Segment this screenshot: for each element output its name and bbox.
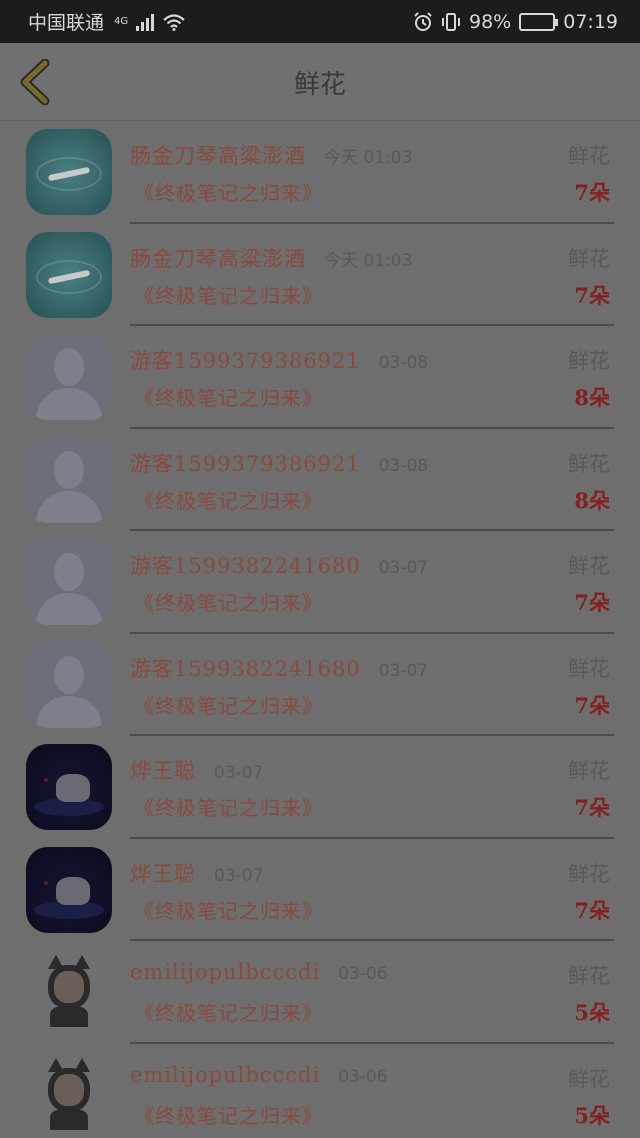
list-item[interactable]: 游客15993793869​21 03-08 鲜花 《终极笔记之归来》 8朵 — [0, 326, 640, 429]
gift-label: 鲜花 — [568, 964, 610, 988]
book-title: 《终极笔记之归来》 — [134, 693, 323, 718]
user-name: 游客1599382241680 03-07 — [130, 554, 429, 578]
gift-label: 鲜花 — [568, 656, 610, 681]
avatar — [26, 436, 112, 523]
book-title: 《终极笔记之归来》 — [134, 591, 323, 615]
flower-count: 7朵 — [574, 692, 610, 718]
clock-time: 07:19 — [563, 10, 618, 33]
gift-label: 鲜花 — [568, 349, 610, 373]
user-name: 肠金刀琴高粱澎酒 今天 01:03 — [130, 246, 413, 271]
flower-count: 8朵 — [574, 385, 610, 410]
gift-label: 鲜花 — [568, 554, 610, 578]
time-stamp: 03-07 — [214, 865, 264, 886]
time-stamp: 03-06 — [338, 964, 388, 984]
avatar — [26, 744, 112, 830]
gift-label: 鲜花 — [568, 1066, 610, 1091]
signal-icon — [136, 13, 155, 31]
flower-list: 肠金刀琴高粱澎酒 今天 01:03 鲜花 《终极笔记之归来》 7朵 肠金刀琴高粱澎… — [0, 121, 640, 1138]
user-name: 游客15993793869​21 03-08 — [130, 349, 429, 373]
book-title: 《终极笔记之归来》 — [134, 796, 323, 820]
book-title: 《终极笔记之归来》 — [134, 386, 323, 410]
flower-count: 7朵 — [574, 897, 610, 923]
avatar — [26, 641, 112, 728]
carrier-label: 中国联通 — [28, 12, 105, 34]
wifi-icon — [163, 13, 185, 31]
chevron-left-icon — [20, 59, 50, 105]
user-name: 游客1599382241680 03-07 — [130, 656, 429, 681]
list-item[interactable]: 游客1599382241680 03-07 鲜花 《终极笔记之归来》 7朵 — [0, 531, 640, 634]
battery-icon — [519, 12, 559, 31]
user-name: 游客15993793869​21 03-08 — [130, 451, 429, 476]
list-item[interactable]: 游客1599382241680 03-07 鲜花 《终极笔记之归来》 7朵 — [0, 634, 640, 736]
flower-count: 7朵 — [574, 590, 610, 615]
gift-label: 鲜花 — [568, 861, 610, 886]
battery-percent: 98% — [469, 10, 512, 33]
book-title: 《终极笔记之归来》 — [134, 898, 323, 923]
page-title: 鲜花 — [293, 69, 346, 100]
list-item[interactable]: 游客15993793869​21 03-08 鲜花 《终极笔记之归来》 8朵 — [0, 429, 640, 531]
time-stamp: 03-08 — [378, 455, 429, 476]
network-type: 4G — [114, 16, 129, 27]
list-item[interactable]: 肠金刀琴高粱澎酒 今天 01:03 鲜花 《终极笔记之归来》 7朵 — [0, 224, 640, 326]
flower-count: 5朵 — [574, 1000, 610, 1025]
list-item[interactable]: 烨王聪 03-07 鲜花 《终极笔记之归来》 7朵 — [0, 839, 640, 941]
user-name: 烨王聪 03-07 — [130, 759, 264, 783]
gift-label: 鲜花 — [568, 759, 610, 783]
list-item[interactable]: emilijopulbcccdi 03-06 鲜花 《终极笔记之归来》 5朵 — [0, 1044, 640, 1138]
avatar — [26, 846, 112, 933]
book-title: 《终极笔记之归来》 — [134, 488, 323, 513]
gift-label: 鲜花 — [568, 246, 610, 271]
flower-count: 8朵 — [574, 487, 610, 513]
user-name: emilijopulbcccdi 03-06 — [130, 960, 388, 984]
vibrate-icon — [442, 12, 460, 31]
list-item[interactable]: emilijopulbcccdi 03-06 鲜花 《终极笔记之归来》 5朵 — [0, 941, 640, 1044]
avatar — [26, 539, 112, 625]
alarm-icon — [414, 11, 432, 31]
time-stamp: 03-07 — [214, 763, 264, 783]
time-stamp: 03-07 — [378, 660, 429, 681]
flower-count: 5朵 — [574, 1102, 610, 1128]
header-bar: 鲜花 — [0, 43, 640, 121]
book-title: 《终极笔记之归来》 — [134, 1103, 323, 1128]
time-stamp: 03-06 — [338, 1066, 388, 1087]
status-bar: 中国联通 4G 98% 07:19 — [0, 0, 640, 43]
back-button[interactable] — [14, 57, 54, 107]
user-name: 肠金刀琴高粱澎酒 今天 01:03 — [130, 144, 413, 168]
list-item[interactable]: 烨王聪 03-07 鲜花 《终极笔记之归来》 7朵 — [0, 736, 640, 839]
avatar — [26, 129, 112, 215]
time-stamp: 03-07 — [378, 558, 429, 578]
flower-count: 7朵 — [574, 282, 610, 308]
gift-label: 鲜花 — [568, 451, 610, 476]
flower-count: 7朵 — [574, 795, 610, 820]
book-title: 《终极笔记之归来》 — [134, 283, 323, 308]
book-title: 《终极笔记之归来》 — [134, 181, 323, 205]
time-stamp: 今天 01:03 — [324, 250, 413, 271]
avatar — [26, 231, 112, 318]
gift-label: 鲜花 — [568, 144, 610, 168]
user-name: emilijopulbcccdi 03-06 — [130, 1062, 388, 1087]
user-name: 烨王聪 03-07 — [130, 861, 264, 886]
avatar — [26, 1051, 112, 1138]
book-title: 《终极笔记之归来》 — [134, 1001, 323, 1025]
time-stamp: 今天 01:03 — [324, 148, 413, 168]
flower-count: 7朵 — [574, 180, 610, 205]
time-stamp: 03-08 — [378, 353, 429, 373]
avatar — [26, 334, 112, 420]
avatar — [26, 949, 112, 1035]
list-item[interactable]: 肠金刀琴高粱澎酒 今天 01:03 鲜花 《终极笔记之归来》 7朵 — [0, 121, 640, 224]
